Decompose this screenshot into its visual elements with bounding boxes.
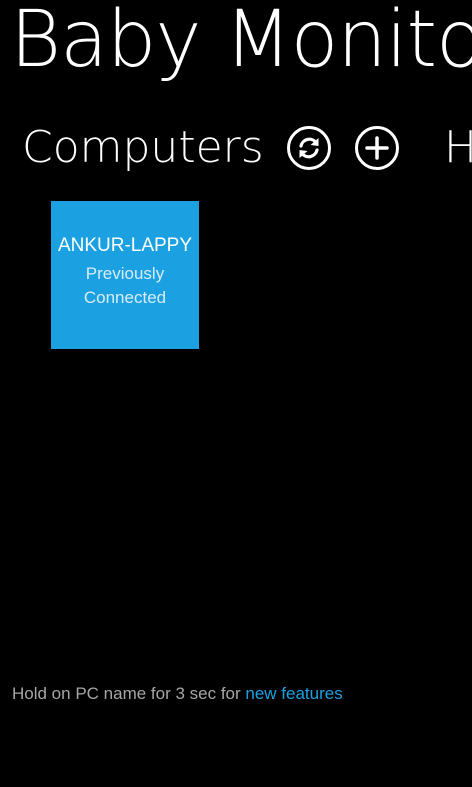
computer-tile[interactable]: ANKUR-LAPPY Previously Connected xyxy=(51,201,199,349)
refresh-icon xyxy=(299,137,319,159)
computer-status: Previously Connected xyxy=(83,264,167,307)
pivot-header-row: Computers H xyxy=(0,118,472,180)
add-icon xyxy=(365,136,389,160)
computer-name: ANKUR-LAPPY xyxy=(57,235,193,256)
add-computer-button[interactable] xyxy=(355,126,399,170)
refresh-button[interactable] xyxy=(287,126,331,170)
new-features-link[interactable]: new features xyxy=(245,684,342,703)
hint-message: Hold on PC name for 3 sec for xyxy=(12,684,246,703)
app-title: Baby Monitor xyxy=(10,0,472,85)
pivot-header-computers[interactable]: Computers xyxy=(22,118,264,178)
pivot-header-next[interactable]: H xyxy=(444,118,472,178)
hint-text: Hold on PC name for 3 sec for new featur… xyxy=(12,684,343,704)
